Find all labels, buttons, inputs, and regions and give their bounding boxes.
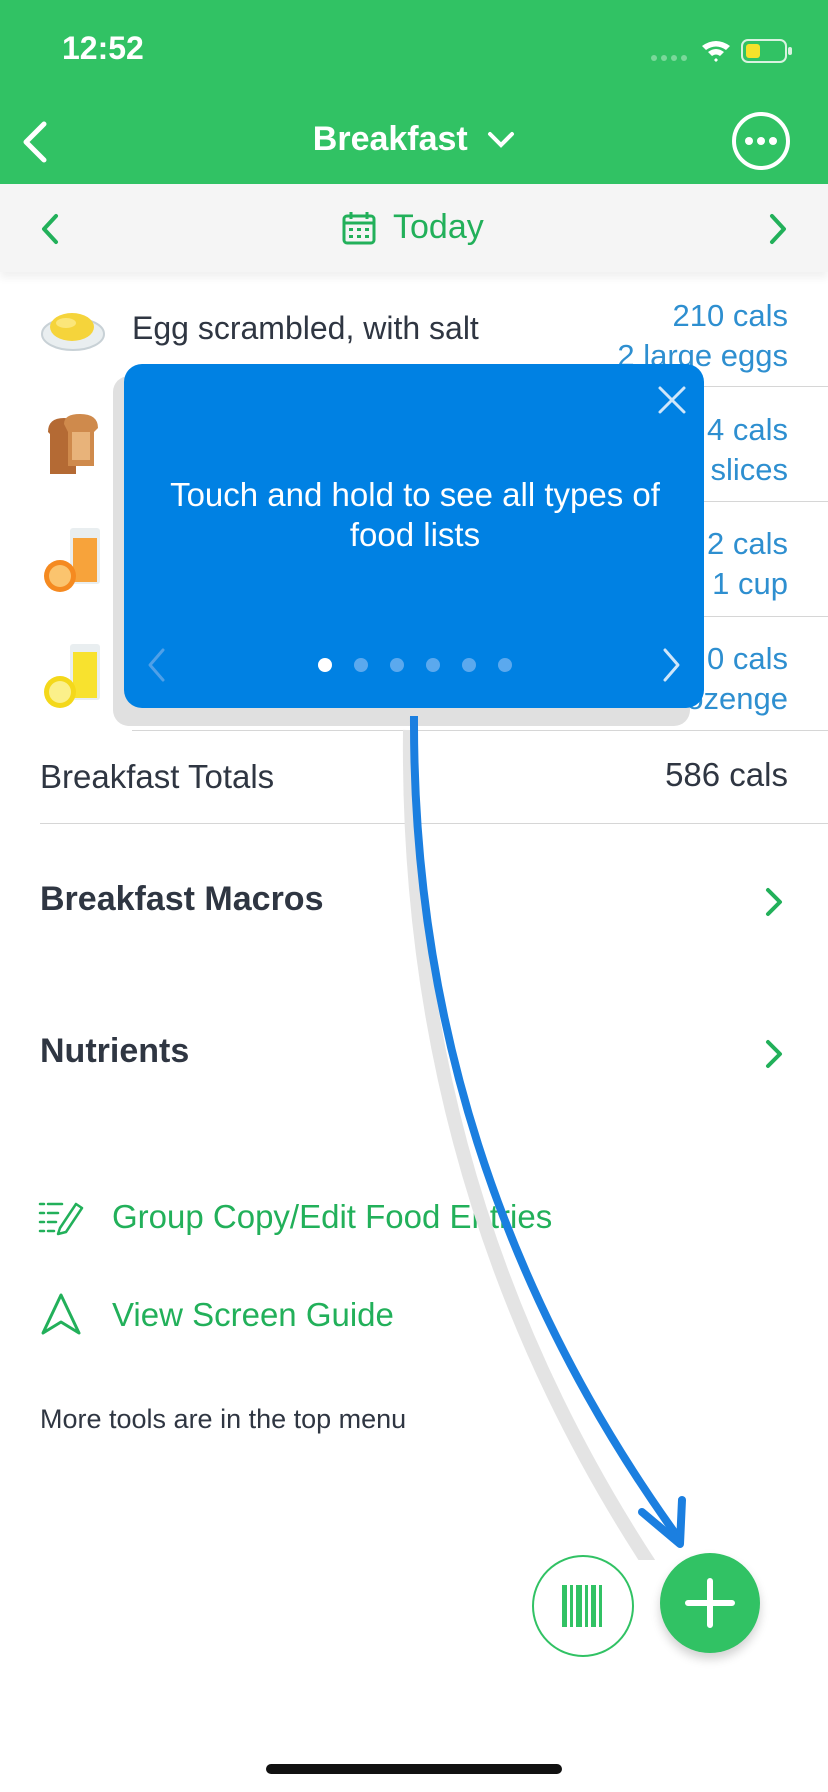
pager-dot[interactable] bbox=[426, 658, 440, 672]
scrambled-egg-icon bbox=[41, 313, 105, 351]
pager-dot[interactable] bbox=[318, 658, 332, 672]
navigation-arrow-icon[interactable] bbox=[40, 1292, 82, 1336]
food-cals[interactable]: 210 cals bbox=[288, 298, 788, 334]
barcode-icon bbox=[562, 1585, 602, 1627]
guide-arrow bbox=[402, 715, 686, 1560]
lemonade-icon bbox=[44, 644, 100, 708]
barcode-scan-button[interactable] bbox=[532, 1555, 634, 1657]
chevron-right-icon[interactable] bbox=[763, 886, 785, 918]
more-options-icon[interactable] bbox=[730, 110, 792, 172]
add-food-button[interactable] bbox=[660, 1553, 760, 1653]
footer-note: More tools are in the top menu bbox=[40, 1404, 407, 1434]
status-time: 12:52 bbox=[62, 30, 144, 66]
calendar-icon[interactable] bbox=[341, 210, 377, 246]
status-icons bbox=[651, 39, 792, 63]
meal-title[interactable]: Breakfast bbox=[313, 120, 468, 158]
chevron-down-icon[interactable] bbox=[487, 130, 515, 150]
prev-day-icon[interactable] bbox=[38, 212, 62, 246]
screen-guide-link[interactable]: View Screen Guide bbox=[112, 1296, 394, 1334]
edit-list-icon[interactable] bbox=[38, 1198, 84, 1238]
next-day-icon[interactable] bbox=[766, 212, 790, 246]
tooltip-prev-icon[interactable] bbox=[144, 646, 168, 684]
totals-label: Breakfast Totals bbox=[40, 758, 275, 795]
pager-dot[interactable] bbox=[498, 658, 512, 672]
plus-icon bbox=[685, 1578, 735, 1628]
tooltip-text: Touch and hold to see all types of food … bbox=[170, 476, 660, 553]
nutrients-label[interactable]: Nutrients bbox=[40, 1032, 189, 1071]
page-title[interactable]: Breakfast bbox=[0, 120, 828, 159]
pager-dot[interactable] bbox=[354, 658, 368, 672]
close-icon[interactable] bbox=[656, 384, 688, 416]
pager-dot[interactable] bbox=[462, 658, 476, 672]
toast-icon bbox=[48, 414, 98, 474]
date-label[interactable]: Today bbox=[393, 208, 484, 247]
pager-dot[interactable] bbox=[390, 658, 404, 672]
breakfast-macros-label[interactable]: Breakfast Macros bbox=[40, 880, 323, 919]
chevron-right-icon[interactable] bbox=[763, 1038, 785, 1070]
orange-juice-icon bbox=[44, 528, 100, 592]
home-indicator bbox=[266, 1764, 562, 1774]
tooltip-next-icon[interactable] bbox=[660, 646, 684, 684]
